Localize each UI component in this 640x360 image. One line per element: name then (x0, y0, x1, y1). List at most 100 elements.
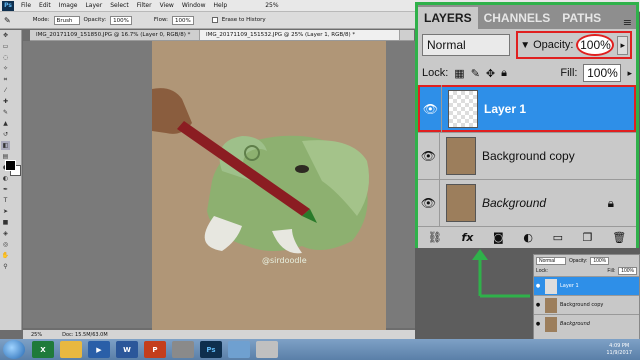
layer-row-background-copy[interactable]: 👁︎ Background copy (418, 132, 636, 180)
paint-icon[interactable] (256, 341, 278, 358)
tab-paths[interactable]: PATHS (556, 7, 607, 29)
move-tool-icon[interactable]: ✥ (1, 31, 10, 40)
tab-document-1[interactable]: IMG_20171109_151850.JPG @ 16.7% (Layer 0… (30, 30, 200, 40)
menu-select[interactable]: Select (106, 2, 133, 9)
adjustment-layer-icon[interactable]: ◐ (523, 231, 533, 244)
menu-view[interactable]: View (156, 2, 178, 9)
layer-mask-icon[interactable]: ◙ (493, 231, 504, 244)
menu-help[interactable]: Help (210, 2, 232, 9)
layer-row-background[interactable]: 👁︎ Background 🔒︎ (418, 179, 636, 227)
menu-edit[interactable]: Edit (35, 2, 55, 9)
lock-position-icon[interactable]: ✥ (486, 67, 495, 80)
document-canvas[interactable]: @sirdoodle (152, 41, 386, 333)
eraser-tool-icon[interactable]: ✎ (4, 16, 11, 25)
layer-name[interactable]: Layer 1 (484, 102, 526, 116)
media-player-icon[interactable]: ▶ (88, 341, 110, 358)
lasso-tool-icon[interactable]: ◌ (1, 53, 10, 62)
image-viewer-icon[interactable] (228, 341, 250, 358)
eraser-tool-icon[interactable]: ◧ (1, 141, 10, 150)
menu-layer[interactable]: Layer (81, 2, 106, 9)
excel-icon[interactable]: X (32, 341, 54, 358)
menu-window[interactable]: Window (178, 2, 210, 9)
tab-document-2[interactable]: IMG_20171109_151532.JPG @ 25% (Layer 1, … (200, 30, 400, 40)
small-opacity-input[interactable]: 100% (590, 256, 610, 265)
visibility-eye-icon[interactable]: ● (534, 321, 542, 327)
start-button[interactable] (3, 340, 25, 359)
crop-tool-icon[interactable]: ⌗ (1, 75, 10, 84)
blend-row: Normal ▼ Opacity: 100% ▸ (418, 29, 636, 61)
3d-tool-icon[interactable]: ◈ (1, 229, 10, 238)
chevron-down-icon[interactable]: ▼ (520, 40, 530, 51)
dodge-tool-icon[interactable]: ◐ (1, 174, 10, 183)
lock-row: Lock: ▦ ✎ ✥ 🔒︎ Fill: 100% ▸ (418, 61, 636, 85)
zoom-level[interactable]: 25% (261, 2, 282, 9)
fx-icon[interactable]: fx (461, 231, 473, 244)
lock-transparent-icon[interactable]: ▦ (454, 67, 464, 80)
small-layer-row-background[interactable]: ● Background (534, 314, 639, 333)
layer-name[interactable]: Background (560, 321, 590, 327)
pen-tool-icon[interactable]: ✒ (1, 185, 10, 194)
layer-row-layer-1[interactable]: 👁︎ Layer 1 (418, 85, 636, 132)
eyedropper-tool-icon[interactable]: ⁄ (1, 86, 10, 95)
camera-tool-icon[interactable]: ◎ (1, 240, 10, 249)
panel-menu-icon[interactable]: ≡ (623, 16, 632, 29)
marquee-tool-icon[interactable]: ▭ (1, 42, 10, 51)
small-layer-row-background-copy[interactable]: ● Background copy (534, 295, 639, 314)
blend-mode-select[interactable]: Normal (422, 34, 511, 56)
path-select-tool-icon[interactable]: ➤ (1, 207, 10, 216)
tab-layers[interactable]: LAYERS (418, 7, 478, 29)
photoshop-icon[interactable]: Ps (200, 341, 222, 358)
erase-history-checkbox[interactable] (211, 17, 218, 23)
link-layers-icon[interactable]: ⛓ (428, 231, 442, 244)
small-lock-label: Lock: (536, 268, 548, 274)
visibility-eye-icon[interactable]: 👁︎ (420, 85, 442, 132)
history-brush-tool-icon[interactable]: ↺ (1, 130, 10, 139)
small-fill-label: Fill: (607, 268, 616, 274)
status-doc-size: Doc: 15.5M/63.0M (62, 331, 108, 338)
foreground-color-swatch[interactable] (5, 160, 16, 171)
new-layer-icon[interactable]: ❐ (583, 231, 593, 244)
opacity-input[interactable]: 100% (576, 34, 615, 56)
type-tool-icon[interactable]: T (1, 196, 10, 205)
visibility-eye-icon[interactable]: 👁︎ (418, 179, 440, 227)
small-fill-input[interactable]: 100% (618, 267, 637, 275)
new-group-icon[interactable]: ▭ (553, 231, 563, 244)
powerpoint-icon[interactable]: P (144, 341, 166, 358)
printer-icon[interactable] (172, 341, 194, 358)
status-zoom[interactable]: 25% (31, 332, 42, 338)
opacity-slider-arrow-icon[interactable]: ▸ (617, 35, 628, 55)
wand-tool-icon[interactable]: ✧ (1, 64, 10, 73)
delete-layer-icon[interactable]: 🗑︎ (612, 231, 626, 244)
menu-image[interactable]: Image (55, 2, 82, 9)
tab-channels[interactable]: CHANNELS (478, 7, 557, 29)
heal-tool-icon[interactable]: ✚ (1, 97, 10, 106)
layer-name[interactable]: Background copy (482, 149, 575, 163)
small-blend-select[interactable]: Normal (536, 256, 566, 265)
fill-slider-arrow-icon[interactable]: ▸ (627, 68, 632, 79)
word-icon[interactable]: W (116, 341, 138, 358)
menu-file[interactable]: File (17, 2, 35, 9)
stamp-tool-icon[interactable]: ▲ (1, 119, 10, 128)
visibility-eye-icon[interactable]: 👁︎ (418, 132, 440, 180)
visibility-eye-icon[interactable]: ● (534, 302, 542, 308)
shape-tool-icon[interactable]: ■ (1, 218, 10, 227)
hand-tool-icon[interactable]: ✋ (1, 251, 10, 260)
explorer-icon[interactable] (60, 341, 82, 358)
opacity-input[interactable]: 100% (110, 15, 132, 25)
clock-time: 4:09 PM (609, 342, 630, 349)
zoom-tool-icon[interactable]: ⚲ (1, 262, 10, 271)
brush-tool-icon[interactable]: ✎ (1, 108, 10, 117)
layer-name[interactable]: Background copy (560, 302, 603, 308)
fill-input[interactable]: 100% (583, 64, 622, 82)
layers-panel-zoomed: LAYERS CHANNELS PATHS ≡ Normal ▼ Opacity… (415, 2, 639, 248)
layer-name[interactable]: Background (482, 196, 546, 210)
menu-filter[interactable]: Filter (133, 2, 156, 9)
system-clock[interactable]: 4:09 PM 11/9/2017 (606, 343, 632, 357)
mode-select[interactable]: Brush (53, 15, 80, 25)
flow-input[interactable]: 100% (172, 15, 194, 25)
lock-all-icon[interactable]: 🔒︎ (501, 67, 507, 80)
layer-name[interactable]: Layer 1 (560, 283, 579, 289)
visibility-eye-icon[interactable]: ● (534, 283, 542, 289)
small-layer-row-layer-1[interactable]: ● Layer 1 (534, 276, 639, 295)
lock-image-icon[interactable]: ✎ (471, 67, 480, 80)
